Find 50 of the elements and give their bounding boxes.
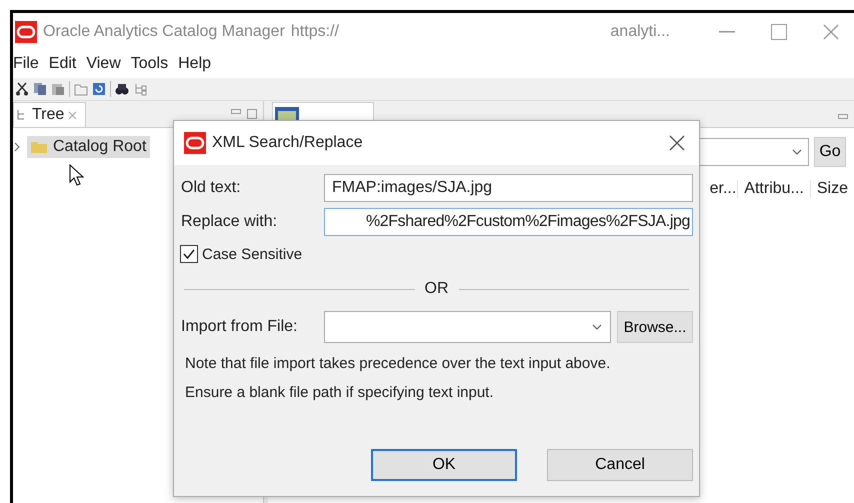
chevron-down-icon: [792, 149, 802, 155]
app-logo-icon: [184, 132, 206, 154]
cancel-button[interactable]: Cancel: [547, 449, 693, 481]
column-header[interactable]: er...: [704, 180, 738, 198]
minimize-icon[interactable]: [838, 114, 848, 119]
maximize-icon[interactable]: [247, 109, 257, 119]
refresh-icon[interactable]: [92, 82, 106, 96]
maximize-icon[interactable]: [771, 24, 787, 40]
checkbox[interactable]: [180, 245, 198, 263]
ok-button[interactable]: OK: [371, 449, 518, 481]
scissors-icon[interactable]: [15, 82, 29, 96]
dialog-title: XML Search/Replace: [212, 134, 363, 152]
menu-item[interactable]: Edit: [48, 55, 76, 73]
chevron-down-icon: [592, 324, 602, 330]
binoculars-icon[interactable]: [115, 82, 129, 96]
column-header[interactable]: Size: [810, 180, 854, 198]
column-header[interactable]: Attribu...: [737, 180, 810, 198]
note-text: Note that file import takes precedence over the text input above.: [184, 354, 612, 374]
field-label: Old text:: [180, 179, 242, 197]
window-title: Oracle Analytics Catalog Manager: [43, 22, 285, 40]
field-label: Import from File:: [180, 318, 298, 336]
tree-label: Catalog Root: [53, 138, 146, 156]
window-url: https://: [290, 22, 339, 40]
checkbox-label: Case Sensitive: [202, 246, 302, 262]
text-field[interactable]: FMAP:images/SJA.jpg: [324, 174, 693, 202]
folder-icon[interactable]: [74, 82, 88, 96]
menu-item[interactable]: File: [13, 55, 39, 73]
tab-label: Tree: [32, 106, 64, 124]
tree-item[interactable]: Catalog Root: [27, 136, 150, 158]
browse-button[interactable]: Browse...: [617, 311, 693, 343]
field-label: Replace with:: [180, 213, 278, 231]
minimize-icon[interactable]: [231, 109, 241, 114]
minimize-icon[interactable]: [719, 30, 735, 32]
check-icon: [183, 249, 195, 259]
text-field[interactable]: %2Fshared%2Fcustom%2Fimages%2FSJA.jpg: [324, 208, 693, 236]
note-text: Ensure a blank file path if specifying text input.: [184, 383, 495, 403]
menu-item[interactable]: Tools: [130, 55, 168, 73]
menu-item[interactable]: Help: [178, 55, 212, 73]
mouse-cursor-icon: [69, 164, 85, 186]
panel-tab[interactable]: Tree: [13, 102, 86, 127]
window-host: analyti...: [610, 22, 670, 40]
file-dropdown[interactable]: [324, 311, 611, 343]
folder-icon: [31, 141, 47, 153]
chevron-icon[interactable]: [13, 142, 21, 152]
go-button[interactable]: Go: [814, 137, 846, 167]
close-icon[interactable]: [669, 135, 685, 151]
menu-item[interactable]: View: [86, 55, 121, 73]
paste-icon[interactable]: [51, 82, 65, 96]
copy-icon[interactable]: [33, 82, 47, 96]
separator-label: OR: [424, 280, 448, 298]
